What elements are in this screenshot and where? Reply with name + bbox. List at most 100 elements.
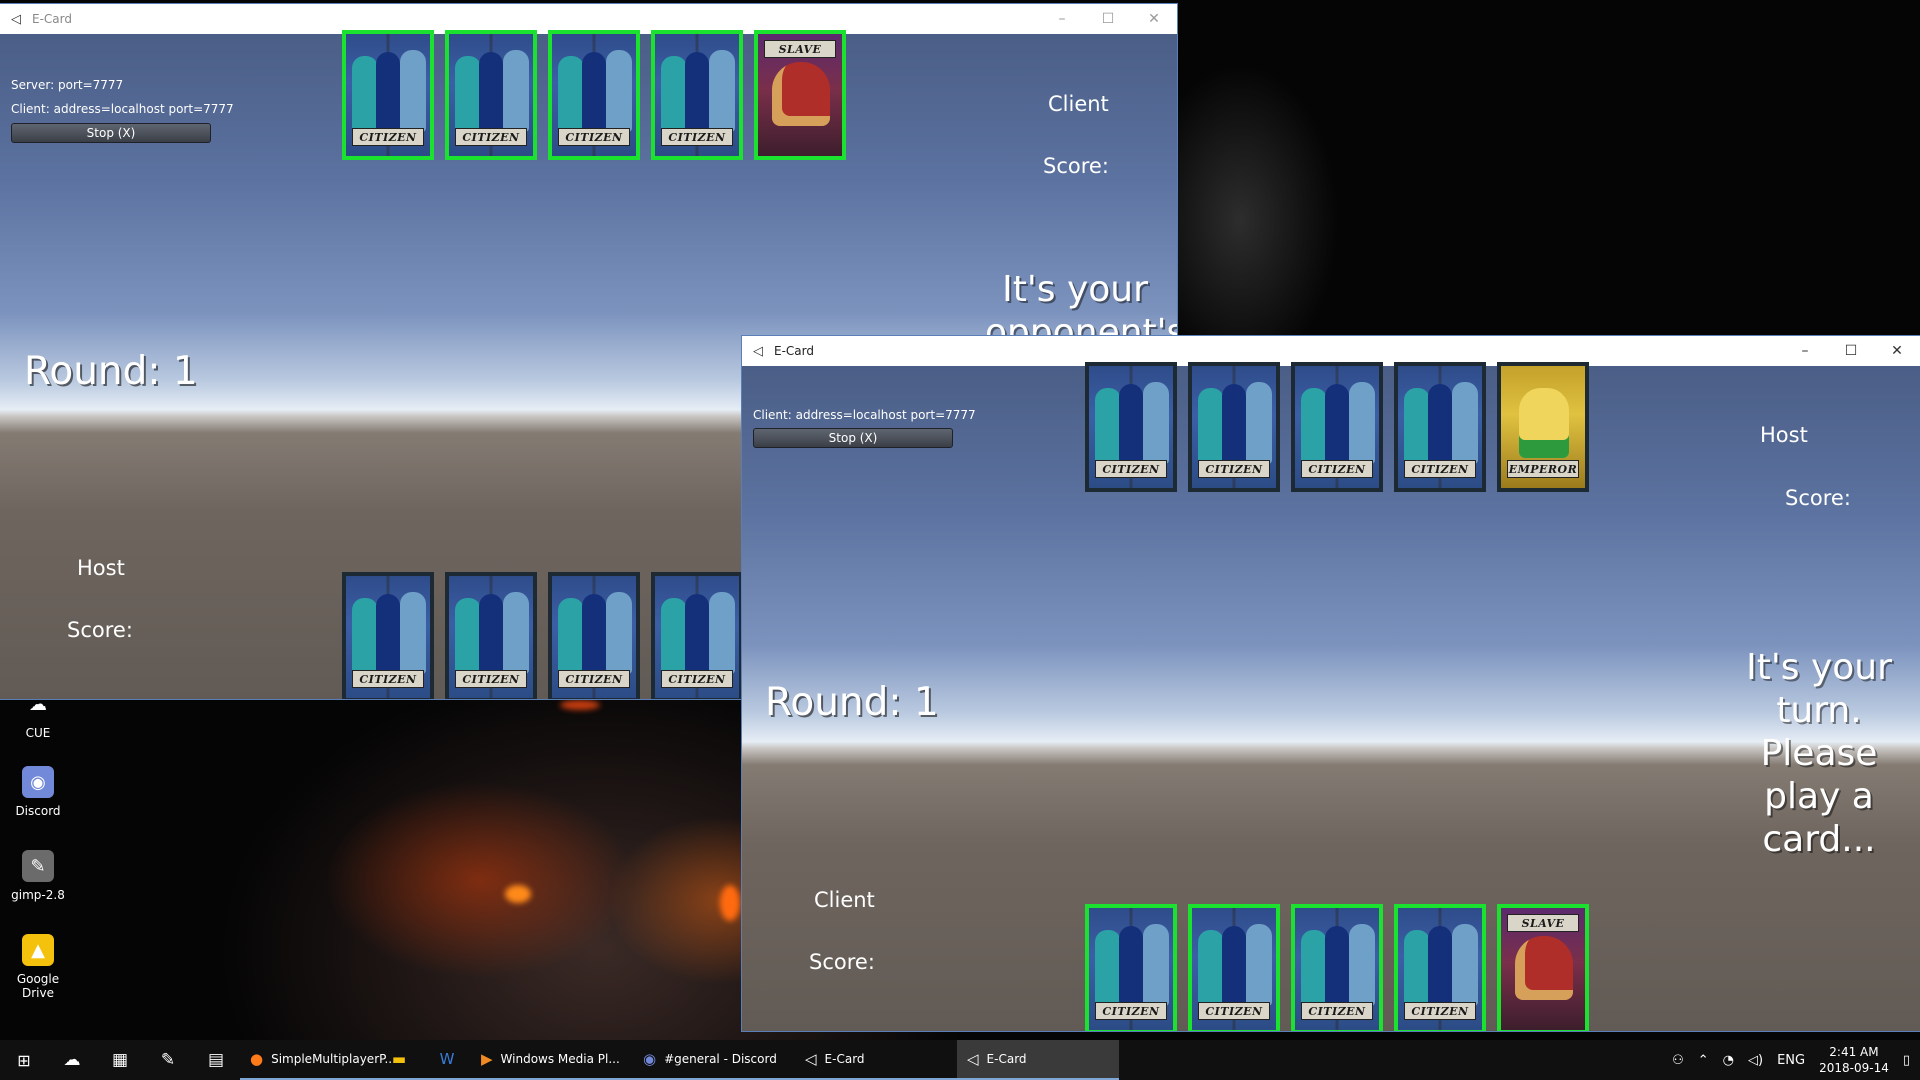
- ecard-window-client[interactable]: ◁ E-Card – ☐ ✕ Client: address=localhost…: [742, 336, 1920, 1031]
- desktop-icon-label: gimp-2.8: [11, 888, 65, 902]
- unity-icon: ◁: [753, 343, 763, 359]
- taskbar-app-discord[interactable]: ◉ #general - Discord: [633, 1040, 795, 1080]
- maximize-button[interactable]: ☐: [1085, 4, 1131, 34]
- close-button[interactable]: ✕: [1874, 336, 1920, 366]
- lava-glow: [505, 885, 531, 903]
- citizen-card[interactable]: CITIZEN: [342, 30, 434, 160]
- emperor-card: EMPEROR: [1497, 362, 1589, 492]
- citizen-card[interactable]: CITIZEN: [1085, 904, 1177, 1031]
- citizen-card[interactable]: CITIZEN: [1291, 904, 1383, 1031]
- taskbar-app-label: E-Card: [824, 1052, 865, 1066]
- taskbar-app-ecard-server[interactable]: ◁ E-Card: [795, 1040, 957, 1080]
- card-figure: [1428, 384, 1452, 464]
- desktop-icon-gimp[interactable]: ✎ gimp-2.8: [0, 850, 76, 902]
- card-figure: [685, 594, 709, 674]
- system-tray: ⚇ ⌃ ◔ ◁) ENG 2:41 AM 2018-09-14 ▯: [1672, 1040, 1920, 1080]
- minimize-button[interactable]: –: [1782, 336, 1828, 366]
- taskbar-pinned-notepad[interactable]: ▤: [192, 1040, 240, 1080]
- citizen-card[interactable]: CITIZEN: [1394, 904, 1486, 1031]
- card-label: CITIZEN: [352, 128, 424, 146]
- taskbar-app-word[interactable]: W: [423, 1040, 471, 1080]
- client-status-label: Client: address=localhost port=7777: [753, 408, 976, 422]
- card-figure: [558, 56, 584, 132]
- card-label: CITIZEN: [1404, 1002, 1476, 1020]
- citizen-card[interactable]: CITIZEN: [548, 30, 640, 160]
- window-title: E-Card: [32, 12, 72, 26]
- card-figure: [1143, 924, 1169, 1006]
- taskbar-pinned-cue[interactable]: ☁: [48, 1040, 96, 1080]
- card-figure: [1325, 926, 1349, 1006]
- top-player-label: Client: [1048, 92, 1109, 116]
- card-figure: [1325, 384, 1349, 464]
- lava-glow: [720, 885, 740, 921]
- card-figure: [1428, 926, 1452, 1006]
- citizen-card: CITIZEN: [1085, 362, 1177, 492]
- citizen-card[interactable]: CITIZEN: [651, 30, 743, 160]
- card-figure: [582, 594, 606, 674]
- maximize-button[interactable]: ☐: [1828, 336, 1874, 366]
- notification-icon[interactable]: ▯: [1903, 1053, 1910, 1068]
- citizen-card: CITIZEN: [1291, 362, 1383, 492]
- language-indicator[interactable]: ENG: [1777, 1053, 1805, 1068]
- taskbar-pinned-calculator[interactable]: ▦: [96, 1040, 144, 1080]
- google-drive-icon: ▲: [22, 934, 54, 966]
- close-button[interactable]: ✕: [1131, 4, 1177, 34]
- citizen-card[interactable]: CITIZEN: [445, 30, 537, 160]
- card-figure: [1349, 924, 1375, 1006]
- desktop-icon-label: Discord: [15, 804, 61, 818]
- card-figure: [1119, 384, 1143, 464]
- card-figure: [503, 50, 529, 132]
- taskbar: ⊞ ☁ ▦ ✎ ▤ ● SimpleMultiplayerP... ▬ W ▶ …: [0, 1040, 1920, 1080]
- citizen-card: CITIZEN: [1394, 362, 1486, 492]
- card-label: CITIZEN: [1301, 460, 1373, 478]
- citizen-card: CITIZEN: [445, 572, 537, 699]
- card-figure: [1301, 388, 1327, 464]
- window-title: E-Card: [774, 344, 814, 358]
- people-icon[interactable]: ⚇: [1672, 1053, 1684, 1068]
- stop-button[interactable]: Stop (X): [753, 428, 953, 448]
- start-button[interactable]: ⊞: [0, 1040, 48, 1080]
- citizen-card[interactable]: CITIZEN: [1188, 904, 1280, 1031]
- server-status-label: Server: port=7777: [11, 78, 124, 92]
- citizen-card: CITIZEN: [651, 572, 743, 699]
- slave-card[interactable]: SLAVE: [754, 30, 846, 160]
- card-figure: [606, 50, 632, 132]
- card-figure: [503, 592, 529, 674]
- card-figure: [1222, 384, 1246, 464]
- top-player-label: Host: [1760, 423, 1808, 447]
- chevron-up-icon[interactable]: ⌃: [1698, 1053, 1709, 1068]
- desktop-icon-discord[interactable]: ◉ Discord: [0, 766, 76, 818]
- taskbar-app-label: E-Card: [986, 1052, 1027, 1066]
- card-label: EMPEROR: [1507, 460, 1579, 478]
- card-label: SLAVE: [1507, 914, 1579, 932]
- taskbar-pinned-paint[interactable]: ✎: [144, 1040, 192, 1080]
- volume-icon[interactable]: ◁): [1748, 1053, 1763, 1068]
- card-figure: [1222, 926, 1246, 1006]
- desktop-icon-google-drive[interactable]: ▲ Google Drive: [0, 934, 76, 1000]
- card-figure: [1349, 382, 1375, 464]
- network-icon[interactable]: ◔: [1723, 1053, 1734, 1068]
- taskbar-app-media-player[interactable]: ▶ Windows Media Pl...: [471, 1040, 633, 1080]
- card-label: CITIZEN: [352, 670, 424, 688]
- cue-icon: ☁: [63, 1050, 81, 1070]
- stop-button[interactable]: Stop (X): [11, 123, 211, 143]
- taskbar-app-ecard-client[interactable]: ◁ E-Card: [957, 1040, 1119, 1080]
- card-figure: [352, 598, 378, 674]
- citizen-card: CITIZEN: [548, 572, 640, 699]
- client-status-label: Client: address=localhost port=7777: [11, 102, 234, 116]
- desktop-icon-label: CUE: [25, 726, 51, 740]
- lava-glow: [560, 700, 600, 710]
- clock[interactable]: 2:41 AM 2018-09-14: [1819, 1044, 1889, 1076]
- game-scene: Client: address=localhost port=7777 Stop…: [742, 362, 1920, 1031]
- slave-card[interactable]: SLAVE: [1497, 904, 1589, 1031]
- card-figure: [400, 592, 426, 674]
- card-figure: [772, 62, 830, 126]
- card-figure: [455, 598, 481, 674]
- taskbar-app-firefox[interactable]: ● SimpleMultiplayerP...: [240, 1040, 396, 1080]
- card-figure: [479, 52, 503, 132]
- card-figure: [1198, 930, 1224, 1006]
- taskbar-app-file-explorer[interactable]: ▬: [375, 1040, 423, 1080]
- media-player-icon: ▶: [481, 1050, 493, 1068]
- unity-icon: ◁: [967, 1050, 979, 1068]
- minimize-button[interactable]: –: [1039, 4, 1085, 34]
